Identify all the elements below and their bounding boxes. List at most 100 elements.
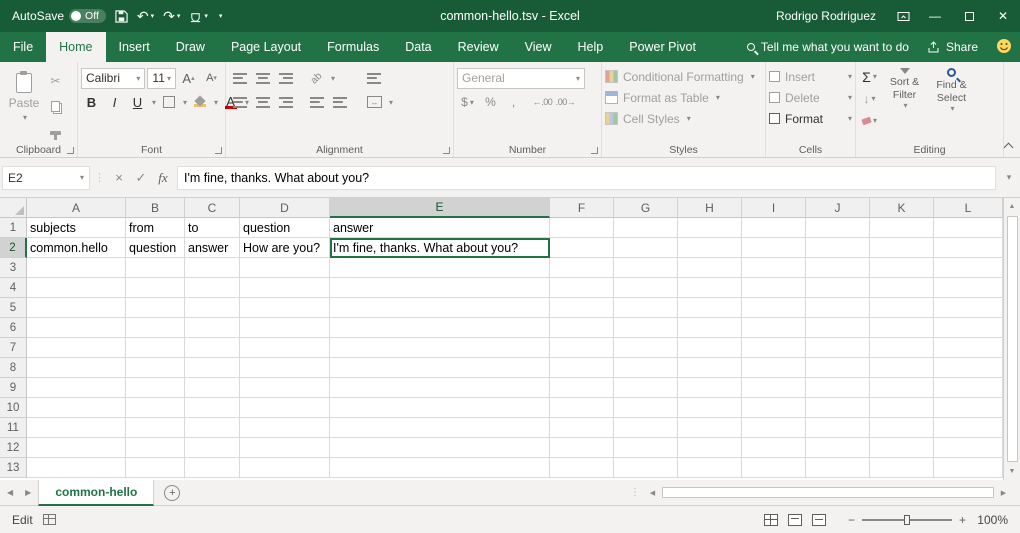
cell-K11[interactable]: [870, 418, 934, 438]
sheet-nav-left-icon[interactable]: ◀: [4, 484, 16, 501]
cell-K1[interactable]: [870, 218, 934, 238]
tab-formulas[interactable]: Formulas: [314, 32, 392, 62]
cell-C11[interactable]: [185, 418, 240, 438]
cell-E5[interactable]: [330, 298, 550, 318]
increase-indent-button[interactable]: [329, 92, 350, 113]
column-header-E[interactable]: E: [330, 198, 550, 218]
column-header-H[interactable]: H: [678, 198, 742, 218]
zoom-level[interactable]: 100%: [974, 513, 1008, 527]
cell-E3[interactable]: [330, 258, 550, 278]
cell-J10[interactable]: [806, 398, 870, 418]
cell-B11[interactable]: [126, 418, 185, 438]
paste-button[interactable]: Paste ▾: [3, 66, 45, 128]
tab-draw[interactable]: Draw: [163, 32, 218, 62]
wrap-text-button[interactable]: [363, 68, 384, 89]
scroll-up-icon[interactable]: ▲: [1004, 198, 1020, 215]
cell-K4[interactable]: [870, 278, 934, 298]
cell-J13[interactable]: [806, 458, 870, 478]
cell-A2[interactable]: common.hello: [27, 238, 126, 258]
cell-I7[interactable]: [742, 338, 806, 358]
cell-G1[interactable]: [614, 218, 678, 238]
cell-I13[interactable]: [742, 458, 806, 478]
save-button[interactable]: [115, 10, 128, 23]
cell-J3[interactable]: [806, 258, 870, 278]
column-header-A[interactable]: A: [27, 198, 126, 218]
cell-J8[interactable]: [806, 358, 870, 378]
cell-A1[interactable]: subjects: [27, 218, 126, 238]
tab-file[interactable]: File: [0, 32, 46, 62]
cell-C4[interactable]: [185, 278, 240, 298]
cell-L5[interactable]: [934, 298, 1003, 318]
font-name-combo[interactable]: Calibri ▾: [81, 68, 145, 89]
tab-home[interactable]: Home: [46, 32, 105, 62]
cell-K2[interactable]: [870, 238, 934, 258]
clear-button[interactable]: ▾: [859, 110, 880, 131]
cell-H6[interactable]: [678, 318, 742, 338]
tell-me-search[interactable]: Tell me what you want to do: [747, 40, 909, 54]
insert-cells-button[interactable]: Insert ▾: [769, 66, 852, 87]
cell-I2[interactable]: [742, 238, 806, 258]
comma-style-button[interactable]: ,: [503, 92, 524, 113]
cell-D4[interactable]: [240, 278, 330, 298]
cell-H11[interactable]: [678, 418, 742, 438]
row-header-3[interactable]: 3: [0, 258, 27, 278]
cell-L9[interactable]: [934, 378, 1003, 398]
column-header-C[interactable]: C: [185, 198, 240, 218]
page-break-view-icon[interactable]: [812, 514, 826, 526]
cell-F4[interactable]: [550, 278, 614, 298]
increase-font-size-button[interactable]: A▴: [178, 68, 199, 89]
fill-button[interactable]: ↓▾: [859, 88, 880, 109]
borders-button[interactable]: [158, 92, 179, 113]
cell-A11[interactable]: [27, 418, 126, 438]
select-all-corner[interactable]: [0, 198, 27, 218]
cell-I8[interactable]: [742, 358, 806, 378]
horizontal-scroll-thumb[interactable]: [662, 487, 994, 498]
cell-A7[interactable]: [27, 338, 126, 358]
cell-D12[interactable]: [240, 438, 330, 458]
cell-A3[interactable]: [27, 258, 126, 278]
font-dialog-launcher-icon[interactable]: [215, 147, 222, 154]
sheet-nav-right-icon[interactable]: ▶: [22, 484, 34, 501]
cell-C3[interactable]: [185, 258, 240, 278]
cell-B6[interactable]: [126, 318, 185, 338]
cell-E6[interactable]: [330, 318, 550, 338]
conditional-formatting-button[interactable]: Conditional Formatting ▾: [605, 66, 762, 87]
italic-button[interactable]: I: [104, 92, 125, 113]
cell-G5[interactable]: [614, 298, 678, 318]
cell-C6[interactable]: [185, 318, 240, 338]
cell-F10[interactable]: [550, 398, 614, 418]
cell-G13[interactable]: [614, 458, 678, 478]
cell-L2[interactable]: [934, 238, 1003, 258]
cell-E7[interactable]: [330, 338, 550, 358]
cell-G8[interactable]: [614, 358, 678, 378]
scroll-left-icon[interactable]: ◀: [644, 484, 661, 501]
share-button[interactable]: Share: [927, 40, 978, 54]
cell-D9[interactable]: [240, 378, 330, 398]
cell-E1[interactable]: answer: [330, 218, 550, 238]
tab-page-layout[interactable]: Page Layout: [218, 32, 314, 62]
minimize-button[interactable]: —: [918, 0, 952, 32]
ribbon-display-options-button[interactable]: [888, 0, 918, 32]
sort-filter-button[interactable]: Sort & Filter ▾: [882, 66, 927, 131]
autosave-toggle[interactable]: AutoSave Off: [12, 9, 106, 23]
cell-H10[interactable]: [678, 398, 742, 418]
column-header-J[interactable]: J: [806, 198, 870, 218]
cell-L7[interactable]: [934, 338, 1003, 358]
insert-function-button[interactable]: fx: [153, 166, 173, 190]
vertical-scrollbar[interactable]: ▲ ▼: [1003, 198, 1020, 480]
cell-E2[interactable]: I'm fine, thanks. What about you?: [330, 238, 550, 258]
cell-D13[interactable]: [240, 458, 330, 478]
cell-B2[interactable]: question: [126, 238, 185, 258]
cell-D6[interactable]: [240, 318, 330, 338]
cell-H7[interactable]: [678, 338, 742, 358]
underline-chevron-icon[interactable]: ▾: [152, 98, 156, 107]
accounting-format-button[interactable]: $▾: [457, 92, 478, 113]
cell-L13[interactable]: [934, 458, 1003, 478]
cell-B9[interactable]: [126, 378, 185, 398]
cell-K13[interactable]: [870, 458, 934, 478]
column-header-I[interactable]: I: [742, 198, 806, 218]
cell-L8[interactable]: [934, 358, 1003, 378]
column-header-D[interactable]: D: [240, 198, 330, 218]
cell-L10[interactable]: [934, 398, 1003, 418]
cell-G9[interactable]: [614, 378, 678, 398]
